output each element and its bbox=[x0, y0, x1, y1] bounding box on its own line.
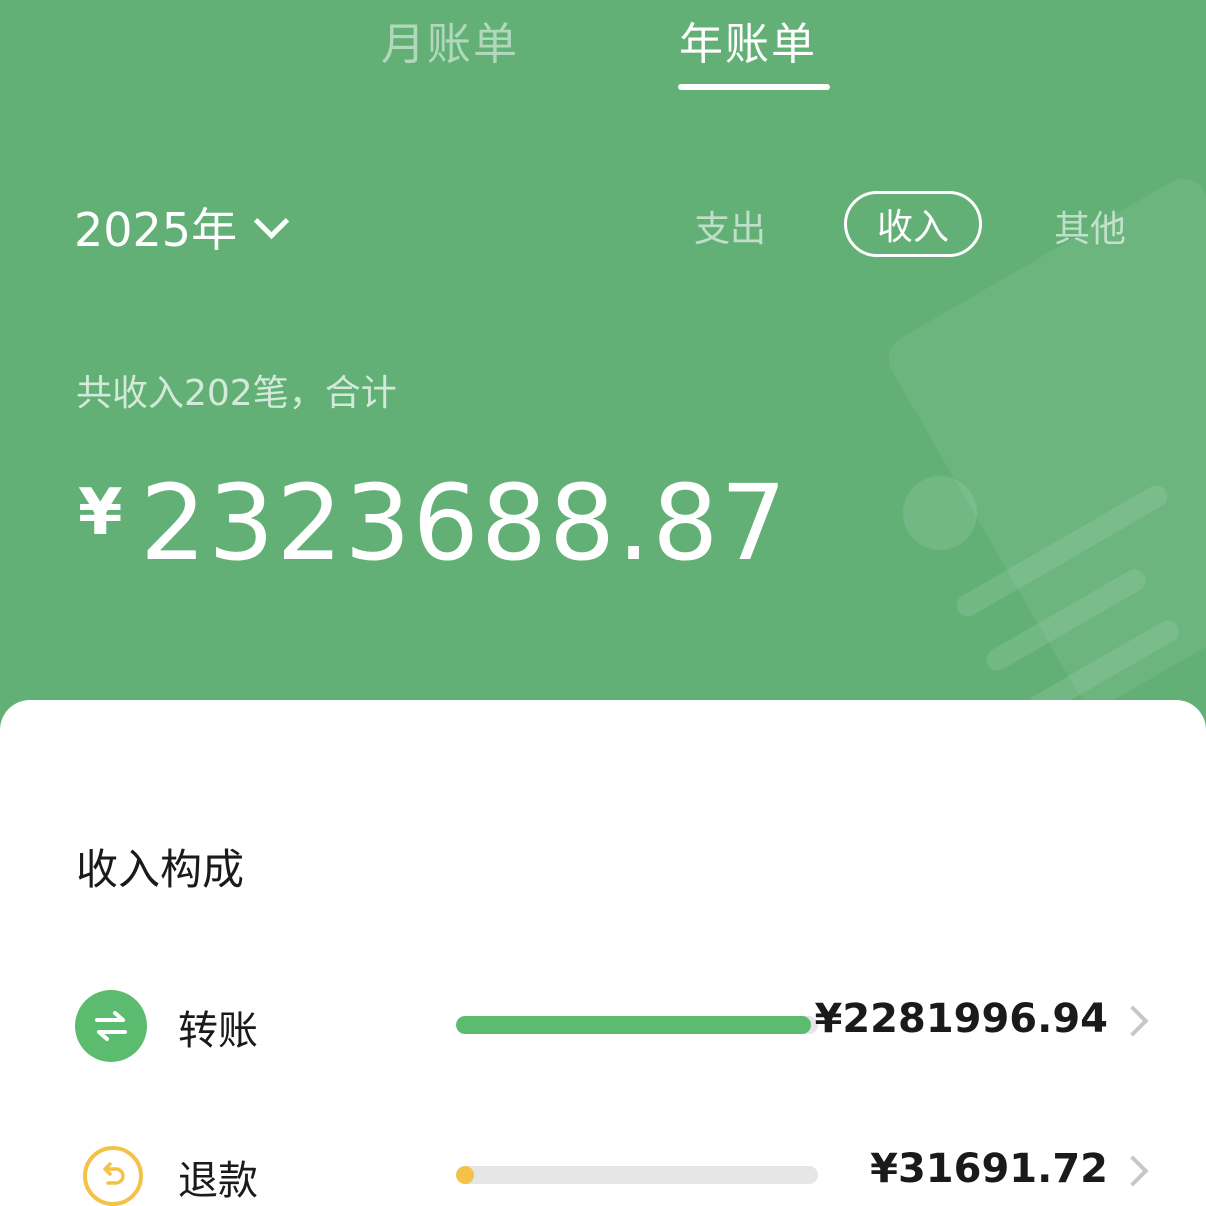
year-value: 2025年 bbox=[74, 203, 238, 257]
section-title: 收入构成 bbox=[76, 845, 245, 894]
progress-fill bbox=[456, 1166, 475, 1184]
list-item-transfer[interactable]: 转账 ¥2281996.94 bbox=[0, 990, 1206, 1090]
row-amount: ¥31691.72 bbox=[870, 1146, 1108, 1192]
transfer-arrows-icon bbox=[75, 990, 147, 1062]
chevron-right-icon bbox=[1117, 1155, 1149, 1187]
active-tab-indicator bbox=[678, 84, 830, 90]
income-summary-text: 共收入202笔，合计 bbox=[76, 373, 397, 414]
filter-expense[interactable]: 支出 bbox=[694, 200, 766, 252]
tab-yearly-bill[interactable]: 年账单 bbox=[679, 8, 817, 72]
chevron-down-icon bbox=[253, 203, 290, 239]
row-label: 退款 bbox=[178, 1158, 258, 1204]
row-amount: ¥2281996.94 bbox=[814, 996, 1108, 1042]
list-item-refund[interactable]: 退款 ¥31691.72 bbox=[0, 1140, 1206, 1206]
currency-symbol: ¥ bbox=[78, 476, 123, 550]
bill-header: 月账单 年账单 2025年 支出 收入 其他 共收入202笔，合计 ¥ 2323… bbox=[0, 0, 1206, 760]
refund-return-icon bbox=[83, 1146, 143, 1206]
decorative-circle bbox=[903, 476, 977, 550]
progress-track bbox=[456, 1016, 818, 1034]
row-label: 转账 bbox=[178, 1008, 258, 1054]
income-composition-panel: 收入构成 转账 ¥2281996.94 退款 ¥31691.72 bbox=[0, 700, 1206, 1206]
progress-track bbox=[456, 1166, 818, 1184]
filter-other[interactable]: 其他 bbox=[1054, 200, 1126, 252]
year-selector[interactable]: 2025年 bbox=[74, 194, 290, 260]
total-income-amount: 2323688.87 bbox=[140, 462, 789, 584]
chevron-right-icon bbox=[1117, 1005, 1149, 1037]
progress-fill bbox=[456, 1016, 812, 1034]
tab-monthly-bill[interactable]: 月账单 bbox=[381, 8, 519, 72]
filter-income[interactable]: 收入 bbox=[844, 191, 982, 257]
